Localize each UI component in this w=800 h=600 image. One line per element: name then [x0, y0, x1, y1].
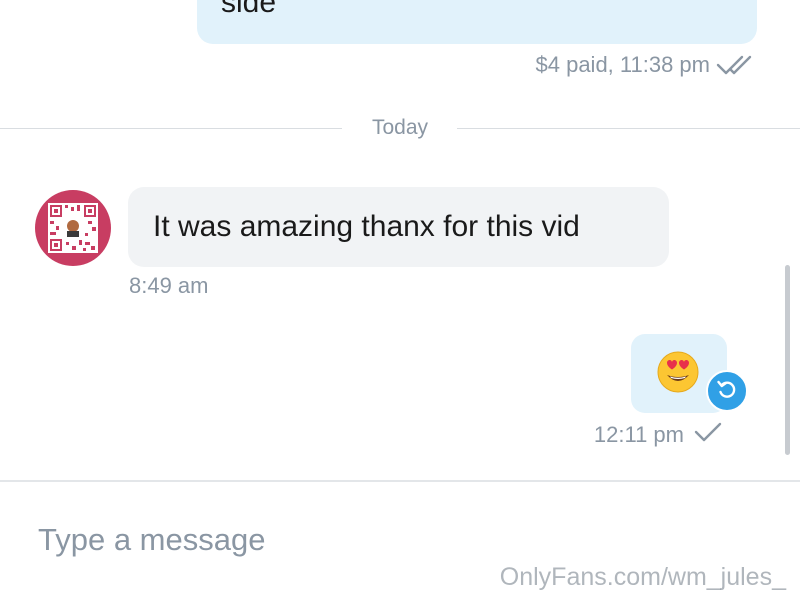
composer-divider [0, 480, 800, 482]
undo-icon [715, 377, 739, 406]
heart-eyes-emoji [656, 350, 700, 399]
message-time: 12:11 pm [593, 422, 684, 447]
double-check-icon [716, 54, 756, 76]
date-divider-label: Today [371, 116, 429, 139]
divider-line-left [0, 128, 342, 129]
scrollbar[interactable] [785, 265, 790, 455]
message-bubble-incoming[interactable]: It was amazing thanx for this vid [128, 187, 669, 267]
message-input[interactable] [30, 515, 646, 565]
undo-button[interactable] [706, 370, 748, 412]
message-meta: 12:11 pm [594, 421, 722, 449]
message-time: 8:49 am [129, 273, 209, 298]
message-text: side [221, 0, 277, 19]
message-price-time: $4 paid, 11:38 pm [535, 52, 711, 77]
single-check-icon [694, 421, 722, 449]
message-text: It was amazing thanx for this vid [153, 210, 580, 243]
watermark: OnlyFans.com/wm_jules_ [499, 563, 786, 591]
divider-line-right [457, 128, 800, 129]
message-meta: $4 paid, 11:38 pm [536, 52, 757, 78]
qr-code-avatar [48, 203, 98, 253]
avatar[interactable] [35, 190, 111, 266]
message-bubble-outgoing[interactable]: side [197, 0, 757, 44]
